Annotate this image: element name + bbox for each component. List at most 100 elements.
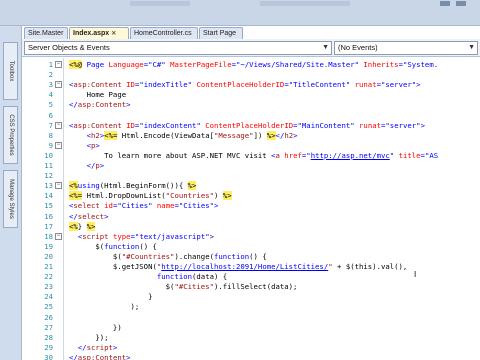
code-token: <%@ bbox=[69, 60, 83, 69]
code-token: href bbox=[279, 150, 302, 160]
line-number: 27 bbox=[44, 322, 53, 332]
code-line[interactable]: </p> bbox=[69, 161, 105, 170]
code-line[interactable]: </asp:Content> bbox=[69, 100, 131, 109]
code-line[interactable]: $("#Cities").fillSelect(data); bbox=[69, 282, 298, 292]
code-token: ID bbox=[121, 120, 135, 130]
code-line[interactable]: <%using(Html.BeginForm()){ %> bbox=[69, 181, 197, 191]
code-token: using bbox=[77, 181, 100, 191]
close-icon[interactable]: ✕ bbox=[111, 31, 116, 37]
code-token: Page bbox=[82, 60, 109, 69]
code-token: > bbox=[104, 211, 109, 221]
code-line[interactable]: $("#Countries").change(function() { bbox=[69, 252, 267, 261]
code-token: function bbox=[104, 241, 140, 251]
code-line[interactable]: <%@ Page Language="C#" MasterPageFile="~… bbox=[69, 60, 438, 69]
line-number: 21 bbox=[44, 262, 53, 271]
events-dropdown[interactable]: (No Events) ▼ bbox=[334, 41, 478, 55]
line-number: 25 bbox=[44, 302, 53, 312]
code-token: function bbox=[69, 272, 193, 282]
minimize-icon[interactable] bbox=[440, 1, 450, 6]
collapse-icon[interactable]: − bbox=[55, 61, 62, 68]
code-token: > bbox=[209, 231, 215, 241]
line-number: 3 bbox=[48, 80, 53, 90]
css-properties-tab[interactable]: CSS Properties bbox=[3, 106, 18, 164]
line-number: 4 bbox=[48, 90, 53, 100]
code-token: "Countries" bbox=[165, 191, 214, 201]
navigation-bar: Server Objects & Events ▼ (No Events) ▼ bbox=[22, 39, 480, 57]
code-token: "indexTitle" bbox=[139, 80, 193, 90]
code-line[interactable]: function(data) { bbox=[69, 272, 227, 281]
code-token: + $(this).val(), bbox=[332, 262, 408, 271]
code-token: http://localhost:2091/Home/ListCities/ bbox=[161, 262, 329, 271]
collapse-icon[interactable]: − bbox=[55, 182, 62, 190]
code-token: > bbox=[214, 201, 219, 211]
code-line[interactable]: <script type="text/javascript"> bbox=[69, 232, 214, 241]
code-line[interactable]: } bbox=[69, 292, 152, 301]
code-token: > bbox=[293, 130, 298, 140]
code-line[interactable]: <%} %> bbox=[69, 221, 96, 231]
code-token: > bbox=[112, 342, 118, 352]
code-line[interactable]: </select> bbox=[69, 212, 109, 221]
code-line[interactable]: Home Page bbox=[69, 90, 127, 99]
code-token: http://asp.net/mvc bbox=[310, 150, 390, 160]
title-bar-fragment bbox=[130, 1, 190, 6]
tab-site-master[interactable]: Site.Master bbox=[24, 27, 68, 39]
code-token: ); bbox=[69, 302, 140, 312]
line-number: 12 bbox=[44, 171, 53, 181]
code-token: <% bbox=[69, 221, 78, 231]
code-line[interactable]: $(function() { bbox=[69, 242, 157, 251]
code-token: Html.Encode(ViewData[ bbox=[117, 130, 215, 140]
tab-home-controller[interactable]: HomeController.cs bbox=[130, 27, 198, 39]
code-token: <%= bbox=[69, 191, 83, 201]
code-token: } bbox=[77, 221, 87, 231]
code-line[interactable]: </asp:Content> bbox=[69, 353, 131, 360]
code-token: %> bbox=[86, 221, 96, 231]
line-number: 1 bbox=[48, 60, 53, 69]
title-bar-fragment bbox=[260, 1, 350, 6]
line-number: 2 bbox=[48, 70, 53, 80]
code-token: }); bbox=[69, 332, 109, 342]
code-line[interactable]: }); bbox=[69, 332, 109, 342]
code-token: > bbox=[95, 140, 100, 150]
code-token: "indexContent" bbox=[139, 120, 201, 130]
collapse-icon[interactable]: − bbox=[55, 232, 62, 240]
collapse-icon[interactable]: − bbox=[55, 121, 62, 129]
tab-index-aspx[interactable]: Index.aspx ✕ bbox=[69, 27, 129, 39]
line-number: 5 bbox=[48, 100, 53, 110]
code-token: "#Cities" bbox=[174, 282, 214, 292]
maximize-icon[interactable] bbox=[456, 1, 466, 6]
code-line[interactable]: $.getJSON("http://localhost:2091/Home/Li… bbox=[69, 262, 407, 271]
code-token: </ bbox=[69, 100, 78, 110]
collapse-icon[interactable]: − bbox=[55, 81, 62, 89]
side-tool-panel: Toolbox CSS Properties Manage Styles bbox=[0, 26, 22, 360]
code-line[interactable]: <p> bbox=[69, 141, 100, 150]
code-line[interactable]: <asp:Content ID="indexContent" ContentPl… bbox=[69, 121, 425, 130]
line-number: 24 bbox=[44, 292, 53, 302]
code-line[interactable]: <select id="Cities" name="Cities"> bbox=[69, 201, 218, 210]
line-number: 16 bbox=[44, 211, 53, 221]
code-editor[interactable]: 1−2 3−4 5 6 7−8 9−10 11 12 13−14 15 16 17 18−19 20 21 2… bbox=[22, 58, 480, 360]
toolbox-tab[interactable]: Toolbox bbox=[3, 42, 18, 100]
code-line[interactable]: </script> bbox=[69, 342, 118, 352]
chevron-down-icon: ▼ bbox=[322, 44, 329, 51]
code-line[interactable]: ); bbox=[69, 302, 140, 312]
manage-styles-tab[interactable]: Manage Styles bbox=[3, 170, 18, 228]
code-line[interactable]: <asp:Content ID="indexTitle" ContentPlac… bbox=[69, 80, 421, 89]
tab-start-page[interactable]: Start Page bbox=[199, 27, 243, 39]
collapse-icon[interactable]: − bbox=[55, 141, 62, 149]
code-token: ) bbox=[214, 191, 223, 201]
server-objects-dropdown[interactable]: Server Objects & Events ▼ bbox=[24, 41, 332, 55]
code-line[interactable]: }) bbox=[69, 323, 122, 332]
code-token: "server" bbox=[381, 80, 417, 90]
code-token: asp:Content bbox=[77, 352, 127, 360]
code-line[interactable]: <h2><%= Html.Encode(ViewData["Message"])… bbox=[69, 130, 298, 140]
code-token: > bbox=[420, 120, 425, 130]
document-tab-strip: Site.Master Index.aspx ✕ HomeController.c… bbox=[22, 26, 480, 39]
line-number: 13 bbox=[44, 181, 53, 191]
code-token: </ bbox=[69, 342, 87, 352]
code-line[interactable]: To learn more about ASP.NET MVC visit <a… bbox=[69, 151, 438, 160]
code-token: $( bbox=[69, 251, 122, 261]
code-token: asp:Content bbox=[73, 120, 122, 130]
line-number: 8 bbox=[48, 130, 53, 140]
code-token: (Html.BeginForm()){ bbox=[99, 181, 188, 191]
code-line[interactable]: <%= Html.DropDownList("Countries") %> bbox=[69, 191, 232, 201]
